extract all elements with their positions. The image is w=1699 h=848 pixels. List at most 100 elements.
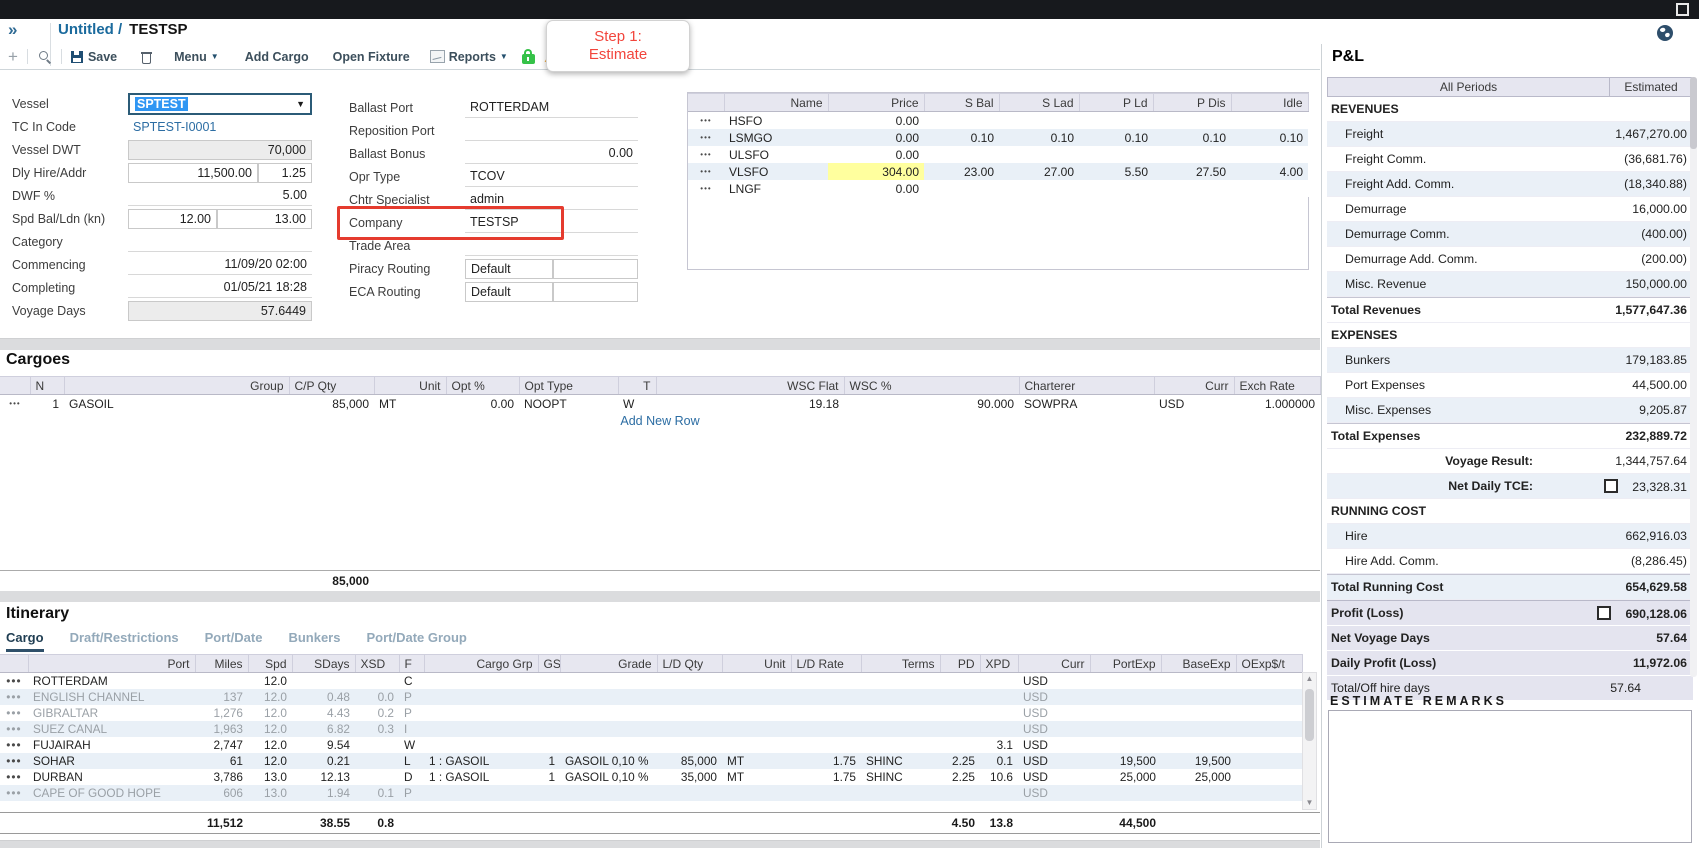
bunker-name-cell[interactable]: ULSFO: [724, 146, 828, 163]
function-cell[interactable]: P: [399, 689, 424, 705]
function-cell[interactable]: C: [399, 673, 424, 690]
terms-cell[interactable]: SHINC: [861, 753, 940, 769]
baseexp-cell[interactable]: [1161, 737, 1236, 753]
curr-cell[interactable]: USD: [1018, 721, 1090, 737]
unit-cell[interactable]: MT: [722, 753, 791, 769]
speed-laden-field[interactable]: 13.00: [217, 209, 312, 229]
cargo-grp-cell[interactable]: 1 : GASOIL: [424, 753, 538, 769]
cargo-group-cell[interactable]: GASOIL: [64, 395, 289, 413]
portexp-cell[interactable]: [1090, 785, 1161, 801]
xsd-cell[interactable]: 0.2: [355, 705, 399, 721]
ld-rate-cell[interactable]: [791, 785, 861, 801]
port-cell[interactable]: GIBRALTAR: [28, 705, 195, 721]
pnl-estimated-header[interactable]: Estimated: [1609, 78, 1692, 96]
addr-comm-field[interactable]: 1.25: [258, 163, 312, 183]
port-cell[interactable]: FUJAIRAH: [28, 737, 195, 753]
itinerary-tab[interactable]: Cargo: [6, 630, 44, 652]
ld-rate-cell[interactable]: [791, 705, 861, 721]
grade-cell[interactable]: GASOIL 0,10 %: [560, 769, 657, 785]
category-field[interactable]: [128, 232, 312, 252]
search-icon[interactable]: [37, 49, 52, 64]
miles-cell[interactable]: 3,786: [195, 769, 248, 785]
xpd-cell[interactable]: [980, 785, 1018, 801]
ld-rate-cell[interactable]: [791, 673, 861, 690]
xsd-cell[interactable]: [355, 673, 399, 690]
xpd-cell[interactable]: 0.1: [980, 753, 1018, 769]
bunker-pdis-cell[interactable]: [1153, 146, 1231, 163]
port-cell[interactable]: CAPE OF GOOD HOPE: [28, 785, 195, 801]
cargo-charterer-cell[interactable]: SOWPRA: [1019, 395, 1154, 413]
portexp-cell[interactable]: [1090, 705, 1161, 721]
ld-rate-cell[interactable]: 1.75: [791, 769, 861, 785]
grade-cell[interactable]: GASOIL 0,10 %: [560, 753, 657, 769]
baseexp-cell[interactable]: [1161, 705, 1236, 721]
itinerary-tab[interactable]: Port/Date: [205, 630, 263, 652]
spd-cell[interactable]: 12.0: [248, 689, 292, 705]
eca-routing-extra-field[interactable]: [553, 282, 638, 302]
itinerary-tab[interactable]: Port/Date Group: [366, 630, 466, 652]
terms-cell[interactable]: [861, 705, 940, 721]
portexp-cell[interactable]: [1090, 737, 1161, 753]
port-cell[interactable]: SOHAR: [28, 753, 195, 769]
estimate-remarks-input[interactable]: [1328, 710, 1692, 843]
bunker-sbal-cell[interactable]: [924, 112, 999, 130]
bunker-pld-cell[interactable]: [1079, 112, 1153, 130]
unit-cell[interactable]: [722, 673, 791, 690]
unit-cell[interactable]: [722, 785, 791, 801]
bunker-idle-cell[interactable]: [1231, 180, 1308, 197]
ld-qty-cell[interactable]: [657, 721, 722, 737]
bunker-idle-cell[interactable]: [1231, 146, 1308, 163]
bunker-name-cell[interactable]: HSFO: [724, 112, 828, 130]
cargo-grp-cell[interactable]: [424, 785, 538, 801]
bunker-pdis-cell[interactable]: 27.50: [1153, 163, 1231, 180]
pd-cell[interactable]: [940, 689, 980, 705]
bunker-name-cell[interactable]: LNGF: [724, 180, 828, 197]
unit-cell[interactable]: [722, 721, 791, 737]
new-estimate-button[interactable]: +: [8, 49, 18, 64]
sdays-cell[interactable]: 6.82: [292, 721, 355, 737]
commencing-field[interactable]: 11/09/20 02:00: [128, 255, 312, 275]
port-cell[interactable]: DURBAN: [28, 769, 195, 785]
row-menu-icon[interactable]: •••: [688, 112, 724, 130]
port-cell[interactable]: ENGLISH CHANNEL: [28, 689, 195, 705]
pd-cell[interactable]: [940, 673, 980, 690]
grade-cell[interactable]: [560, 785, 657, 801]
unit-cell[interactable]: [722, 705, 791, 721]
portexp-cell[interactable]: [1090, 721, 1161, 737]
function-cell[interactable]: P: [399, 785, 424, 801]
bunker-slad-cell[interactable]: [999, 112, 1079, 130]
row-menu-icon[interactable]: •••: [0, 785, 28, 801]
chevron-down-icon[interactable]: ▼: [296, 99, 305, 109]
oexp-cell[interactable]: [1236, 737, 1302, 753]
row-menu-icon[interactable]: •••: [688, 129, 724, 146]
cargo-wsc-pct-cell[interactable]: 90.000: [844, 395, 1019, 413]
oexp-cell[interactable]: [1236, 753, 1302, 769]
sdays-cell[interactable]: 1.94: [292, 785, 355, 801]
baseexp-cell[interactable]: [1161, 721, 1236, 737]
ld-qty-cell[interactable]: [657, 689, 722, 705]
bunker-slad-cell[interactable]: 27.00: [999, 163, 1079, 180]
pnl-checkbox[interactable]: [1597, 606, 1611, 620]
miles-cell[interactable]: 61: [195, 753, 248, 769]
save-button[interactable]: Save: [71, 50, 117, 64]
ld-qty-cell[interactable]: [657, 737, 722, 753]
portexp-cell[interactable]: [1090, 689, 1161, 705]
cargo-grp-cell[interactable]: [424, 721, 538, 737]
miles-cell[interactable]: 2,747: [195, 737, 248, 753]
cargo-opt-type-cell[interactable]: NOOPT: [519, 395, 618, 413]
bunker-slad-cell[interactable]: 0.10: [999, 129, 1079, 146]
bunker-idle-cell[interactable]: 4.00: [1231, 163, 1308, 180]
scrollbar-thumb[interactable]: [1305, 689, 1314, 741]
terms-cell[interactable]: [861, 737, 940, 753]
ld-rate-cell[interactable]: [791, 737, 861, 753]
miles-cell[interactable]: 1,276: [195, 705, 248, 721]
function-cell[interactable]: D: [399, 769, 424, 785]
cargo-grp-cell[interactable]: [424, 705, 538, 721]
chtr-specialist-field[interactable]: admin: [465, 190, 638, 210]
bunker-sbal-cell[interactable]: [924, 146, 999, 163]
cargo-opt-cell[interactable]: 0.00: [446, 395, 519, 413]
miles-cell[interactable]: 137: [195, 689, 248, 705]
gs-cell[interactable]: [538, 689, 560, 705]
terms-cell[interactable]: [861, 785, 940, 801]
bunker-name-cell[interactable]: VLSFO: [724, 163, 828, 180]
